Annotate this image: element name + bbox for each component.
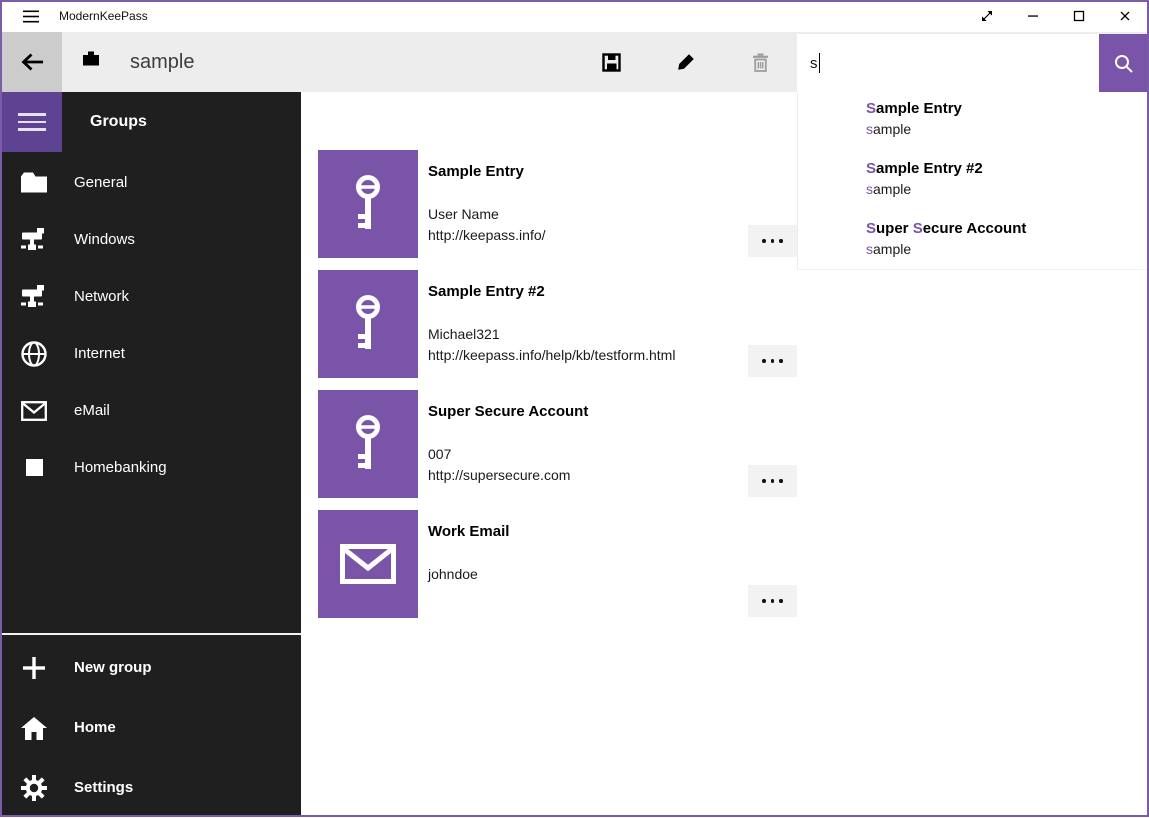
- network-icon: [19, 211, 49, 268]
- entry-tile: [318, 270, 418, 378]
- more-icon: [762, 599, 766, 603]
- entry-tile: [318, 390, 418, 498]
- groups-header: Groups: [90, 92, 147, 152]
- more-button[interactable]: [748, 345, 797, 377]
- suggestion-subtitle: sample: [866, 179, 1147, 199]
- title-bar: ModernKeePass: [0, 0, 1149, 32]
- maximize-icon: [1071, 8, 1087, 24]
- suggestion-subtitle: sample: [866, 119, 1147, 139]
- suggestion-super-secure-account[interactable]: Super Secure Account sample: [798, 212, 1147, 272]
- entry-title: Sample Entry #2: [428, 282, 545, 302]
- entry-row[interactable]: Sample Entry User Name http://keepass.in…: [318, 150, 798, 258]
- entry-title: Sample Entry: [428, 162, 524, 182]
- network-icon: [19, 268, 49, 325]
- entry-username: johndoe: [428, 564, 478, 585]
- nav-hamburger-button[interactable]: [2, 92, 62, 152]
- entry-url: http://supersecure.com: [428, 465, 570, 486]
- search-input-value: s: [810, 55, 818, 72]
- hamburger-icon: [18, 113, 46, 116]
- entry-title: Super Secure Account: [428, 402, 588, 422]
- globe-icon: [19, 325, 49, 382]
- sidebar-item-network[interactable]: Network: [2, 268, 301, 325]
- entry-row[interactable]: Super Secure Account 007 http://supersec…: [318, 390, 798, 498]
- key-icon: [346, 174, 390, 234]
- suggestion-sample-entry-2[interactable]: Sample Entry #2 sample: [798, 152, 1147, 212]
- sidebar-item-settings[interactable]: Settings: [2, 758, 301, 818]
- home-icon: [19, 698, 49, 758]
- fullscreen-button[interactable]: [964, 0, 1010, 31]
- gear-icon: [19, 758, 49, 818]
- minimize-button[interactable]: [1010, 0, 1056, 31]
- suggestion-title: Super Secure Account: [866, 219, 1147, 239]
- hamburger-icon: [23, 10, 39, 23]
- entry-details: johndoe: [428, 564, 478, 585]
- suggestion-title: Sample Entry: [866, 99, 1147, 119]
- close-icon: [1117, 8, 1133, 24]
- email-icon: [340, 544, 396, 584]
- search-button[interactable]: [1099, 34, 1147, 92]
- save-button[interactable]: [587, 32, 635, 92]
- sidebar-item-email[interactable]: eMail: [2, 382, 301, 439]
- minimize-icon: [1025, 8, 1041, 24]
- entry-url: http://keepass.info/help/kb/testform.htm…: [428, 345, 675, 366]
- sidebar-item-internet[interactable]: Internet: [2, 325, 301, 382]
- database-title: sample: [130, 32, 194, 92]
- sidebar-item-general[interactable]: General: [2, 154, 301, 211]
- delete-button[interactable]: [736, 32, 784, 92]
- sidebar-item-new-group[interactable]: New group: [2, 638, 301, 698]
- more-button[interactable]: [748, 465, 797, 497]
- square-icon: [19, 439, 49, 496]
- app-title: ModernKeePass: [59, 0, 148, 32]
- edit-button[interactable]: [662, 32, 710, 92]
- more-icon: [762, 239, 766, 243]
- more-button[interactable]: [748, 225, 797, 257]
- back-arrow-icon: [19, 52, 45, 72]
- fullscreen-icon: [979, 8, 995, 24]
- more-icon: [762, 359, 766, 363]
- entry-row[interactable]: Work Email johndoe: [318, 510, 798, 618]
- maximize-button[interactable]: [1056, 0, 1102, 31]
- search-icon: [1113, 53, 1134, 74]
- sidebar-separator: [2, 633, 301, 635]
- more-button[interactable]: [748, 585, 797, 617]
- close-button[interactable]: [1102, 0, 1148, 31]
- entry-details: 007 http://supersecure.com: [428, 444, 570, 485]
- suggestion-sample-entry[interactable]: Sample Entry sample: [798, 92, 1147, 152]
- entry-row[interactable]: Sample Entry #2 Michael321 http://keepas…: [318, 270, 798, 378]
- back-button[interactable]: [2, 32, 62, 92]
- entry-tile: [318, 510, 418, 618]
- key-icon: [346, 414, 390, 474]
- plus-icon: [19, 638, 49, 698]
- entry-details: Michael321 http://keepass.info/help/kb/t…: [428, 324, 675, 365]
- text-cursor: [819, 53, 821, 73]
- sidebar: Groups General Windows: [2, 92, 301, 815]
- mail-icon: [19, 382, 49, 439]
- more-icon: [762, 479, 766, 483]
- search-suggestions-panel: Sample Entry sample Sample Entry #2 samp…: [797, 92, 1147, 270]
- entry-url: http://keepass.info/: [428, 225, 546, 246]
- key-icon: [346, 294, 390, 354]
- entry-username: 007: [428, 444, 570, 465]
- suggestion-subtitle: sample: [866, 239, 1147, 259]
- titlebar-hamburger-button[interactable]: [14, 0, 48, 32]
- folder-icon: [19, 154, 49, 211]
- entry-username: Michael321: [428, 324, 675, 345]
- sidebar-item-homebanking[interactable]: Homebanking: [2, 439, 301, 496]
- suggestion-title: Sample Entry #2: [866, 159, 1147, 179]
- trash-icon: [752, 53, 769, 72]
- entry-title: Work Email: [428, 522, 509, 542]
- database-icon: [82, 51, 100, 66]
- entry-username: User Name: [428, 204, 546, 225]
- save-icon: [602, 53, 621, 72]
- pencil-icon: [677, 53, 695, 71]
- entry-tile: [318, 150, 418, 258]
- search-input[interactable]: s: [797, 34, 1099, 92]
- entry-details: User Name http://keepass.info/: [428, 204, 546, 245]
- sidebar-item-home[interactable]: Home: [2, 698, 301, 758]
- sidebar-item-windows[interactable]: Windows: [2, 211, 301, 268]
